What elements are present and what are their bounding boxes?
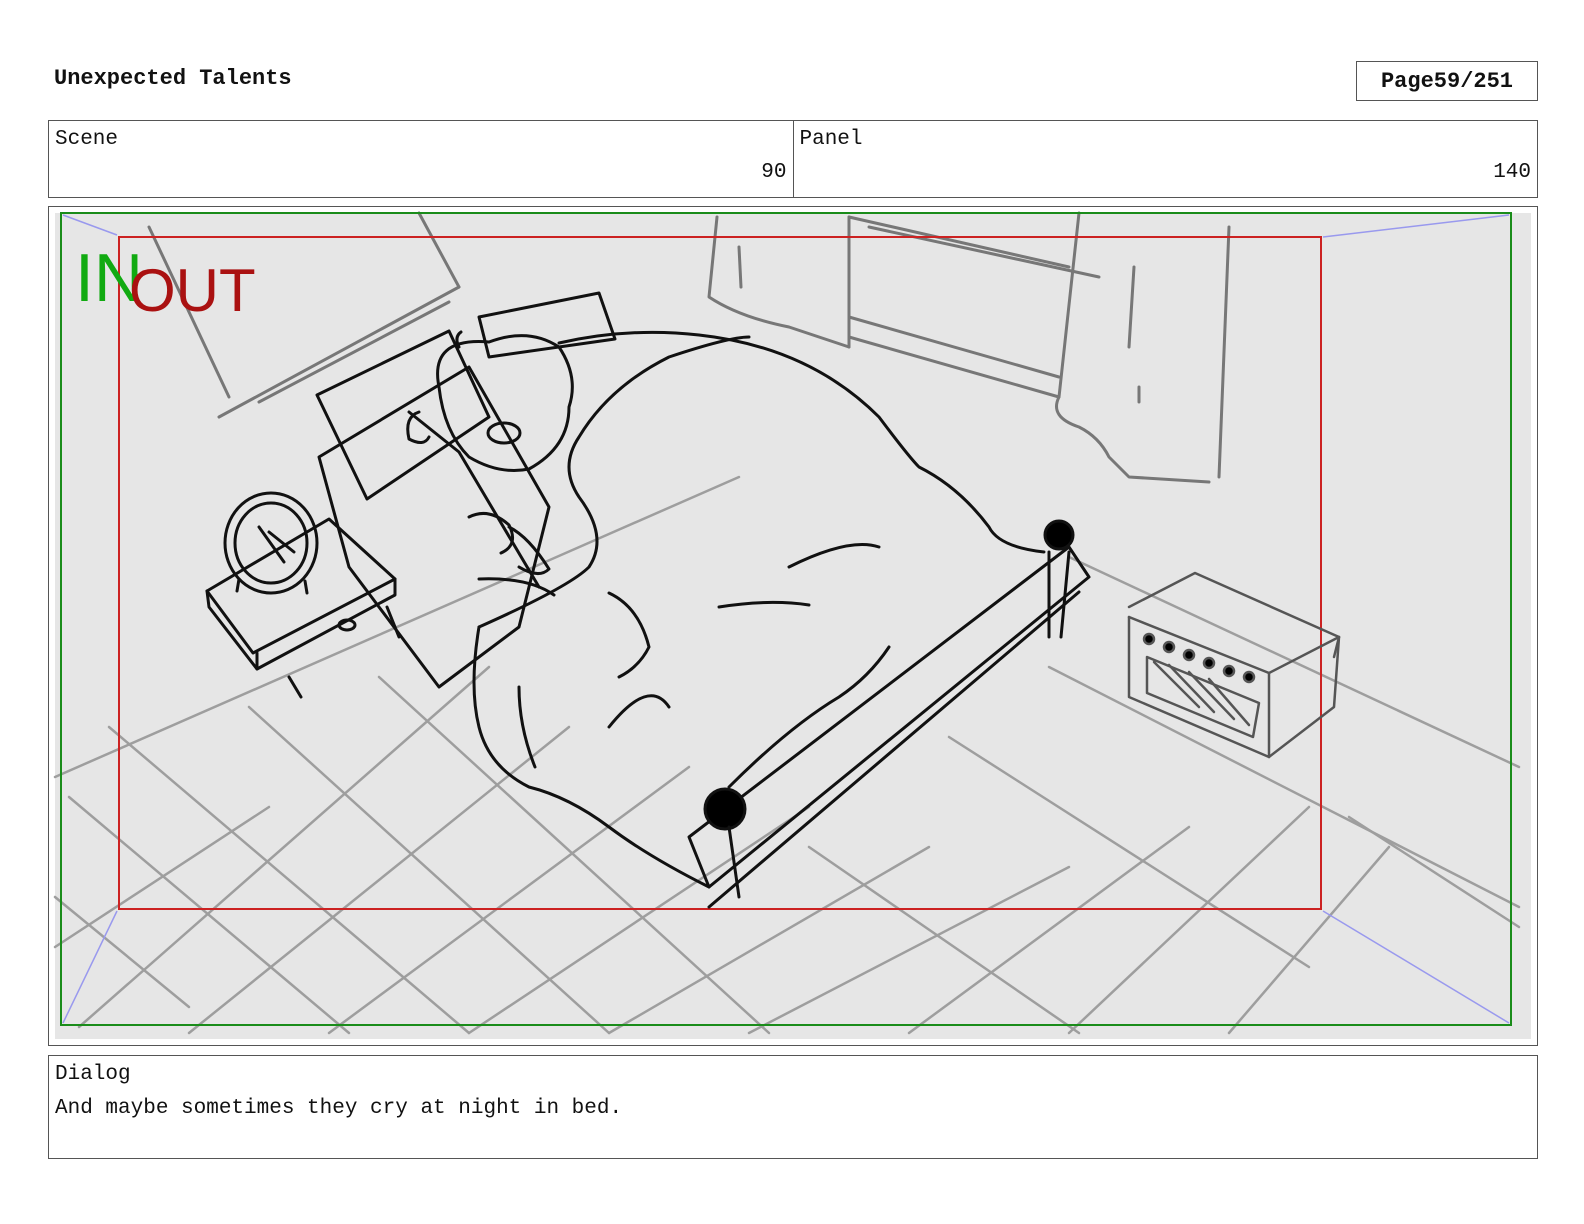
out-frame-label: OUT — [129, 257, 256, 324]
page-number: 59/251 — [1433, 68, 1514, 94]
dialog-label: Dialog — [55, 1063, 131, 1086]
page-label: Page — [1380, 68, 1434, 94]
bedpost-right — [1043, 519, 1075, 551]
dialog-text: And maybe sometimes they cry at night in… — [55, 1097, 623, 1120]
panel-number: 140 — [1493, 161, 1531, 184]
panel-label: Panel — [799, 128, 863, 151]
scene-panel-info: Scene 90 Panel 140 — [48, 120, 1538, 198]
storyboard-title: Unexpected Talents — [54, 66, 292, 91]
storyboard-panel: IN OUT — [48, 206, 1538, 1046]
panel-background — [55, 213, 1531, 1039]
bedpost-left — [703, 787, 747, 831]
scene-cell: Scene 90 — [49, 121, 793, 197]
scene-number: 90 — [761, 161, 787, 184]
scene-label: Scene — [55, 128, 119, 151]
panel-cell: Panel 140 — [792, 121, 1538, 197]
panel-drawing: IN OUT — [49, 207, 1537, 1045]
dialog-box: Dialog And maybe sometimes they cry at n… — [48, 1055, 1538, 1159]
page-indicator: Page 59/251 — [1356, 61, 1538, 101]
